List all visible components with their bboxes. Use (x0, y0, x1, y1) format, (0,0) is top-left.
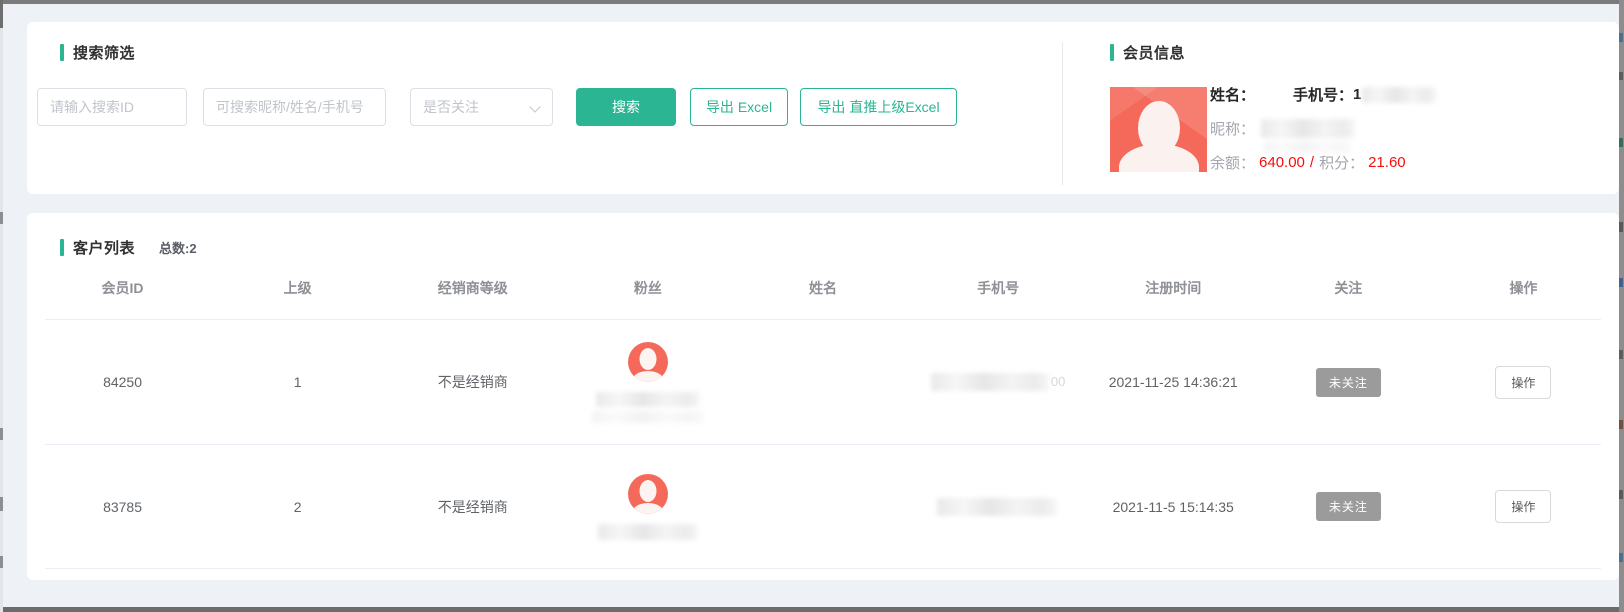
vertical-divider (1062, 42, 1063, 185)
member-name-label: 姓名： (1210, 84, 1255, 105)
follow-status-badge: 未关注 (1316, 368, 1381, 397)
table-row: 84250 1 不是经销商 00 2021-11-25 14:36:21 未关注… (35, 320, 1611, 444)
cell-dealer-level: 不是经销商 (385, 497, 560, 517)
window-frame-right (1619, 0, 1624, 612)
member-avatar (1110, 87, 1207, 172)
fan-nickname-redacted-2 (592, 411, 704, 423)
follow-status-select[interactable]: 是否关注 (410, 88, 553, 126)
column-header-register-time: 注册时间 (1086, 278, 1261, 298)
column-header-upline: 上级 (210, 278, 385, 298)
cell-fan (560, 474, 735, 540)
column-header-dealer-level: 经销商等级 (385, 278, 560, 298)
member-balance-value: 640.00 (1259, 154, 1305, 171)
cell-action: 操作 (1436, 366, 1611, 399)
search-and-member-card: 搜索筛选 是否关注 搜索 导出 Excel 导出 直推上级Excel 会员信息 … (27, 22, 1619, 194)
phone-redacted (937, 498, 1057, 516)
column-header-member-id: 会员ID (35, 278, 210, 298)
fan-avatar (628, 342, 668, 382)
member-balance-line: 余额： 640.00 / 积分： 21.60 (1210, 152, 1406, 173)
green-title-bar (1110, 44, 1114, 61)
customer-list-card: 客户列表 总数:2 会员ID 上级 经销商等级 粉丝 姓名 手机号 注册时间 关… (27, 213, 1619, 580)
export-excel-button[interactable]: 导出 Excel (690, 88, 788, 126)
avatar-head-shape (639, 348, 656, 370)
customer-list-section-title: 客户列表 总数:2 (60, 237, 197, 258)
cell-dealer-level: 不是经销商 (385, 372, 560, 392)
column-header-name: 姓名 (735, 278, 910, 298)
cell-phone (911, 497, 1086, 515)
cell-follow: 未关注 (1261, 492, 1436, 521)
table-divider (45, 568, 1601, 569)
member-nickname-label: 昵称： (1210, 118, 1255, 139)
member-info-title-label: 会员信息 (1123, 42, 1185, 63)
row-action-button[interactable]: 操作 (1495, 366, 1551, 399)
member-phone-redacted (1362, 87, 1436, 103)
balance-points-separator: / (1310, 154, 1314, 171)
fan-avatar (628, 474, 668, 514)
fan-nickname-redacted (596, 392, 700, 407)
fan-nickname-redacted (598, 524, 698, 540)
green-title-bar (60, 44, 64, 61)
window-frame-top (0, 0, 1624, 4)
member-balance-label: 余额： (1210, 152, 1255, 173)
cell-action: 操作 (1436, 490, 1611, 523)
avatar-body-shape (632, 371, 664, 382)
window-frame-left (0, 0, 3, 612)
export-upline-excel-button[interactable]: 导出 直推上级Excel (800, 88, 957, 126)
cell-member-id: 84250 (35, 374, 210, 390)
cell-member-id: 83785 (35, 499, 210, 515)
follow-status-select-placeholder: 是否关注 (423, 97, 479, 117)
table-header-row: 会员ID 上级 经销商等级 粉丝 姓名 手机号 注册时间 关注 操作 (35, 270, 1611, 306)
cell-upline: 2 (210, 499, 385, 515)
cell-upline: 1 (210, 374, 385, 390)
phone-visible-suffix: 00 (1051, 374, 1065, 389)
column-header-fans: 粉丝 (560, 278, 735, 298)
search-filter-section-title: 搜索筛选 (60, 42, 135, 63)
column-header-action: 操作 (1436, 278, 1611, 298)
keyword-search-input[interactable] (203, 88, 386, 126)
cell-register-time: 2021-11-5 15:14:35 (1086, 499, 1261, 515)
member-points-label: 积分： (1319, 152, 1364, 173)
customer-total-count: 总数:2 (159, 238, 197, 257)
search-id-input[interactable] (37, 88, 187, 126)
member-phone-label: 手机号： (1293, 84, 1353, 105)
window-frame-bottom (0, 607, 1624, 612)
green-title-bar (60, 239, 64, 256)
cell-phone: 00 (911, 373, 1086, 391)
search-filter-title-label: 搜索筛选 (73, 42, 135, 63)
member-points-value: 21.60 (1368, 154, 1406, 171)
avatar-head-shape (639, 480, 656, 502)
member-nickname-redacted (1261, 119, 1355, 138)
cell-fan (560, 342, 735, 423)
column-header-phone: 手机号 (911, 278, 1086, 298)
member-nickname-line: 昵称： (1210, 118, 1355, 139)
cell-follow: 未关注 (1261, 368, 1436, 397)
avatar-body-shape (632, 503, 664, 514)
cell-register-time: 2021-11-25 14:36:21 (1086, 374, 1261, 390)
follow-status-badge: 未关注 (1316, 492, 1381, 521)
phone-redacted (931, 373, 1049, 391)
member-phone-prefix: 1 (1353, 86, 1361, 103)
column-header-follow: 关注 (1261, 278, 1436, 298)
table-row: 83785 2 不是经销商 2021-11-5 15:14:35 未关注 操作 (35, 445, 1611, 568)
row-action-button[interactable]: 操作 (1495, 490, 1551, 523)
member-info-section-title: 会员信息 (1110, 42, 1185, 63)
customer-list-title-label: 客户列表 (73, 237, 135, 258)
admin-page: 搜索筛选 是否关注 搜索 导出 Excel 导出 直推上级Excel 会员信息 … (0, 0, 1624, 612)
member-name-phone-line: 姓名： 手机号： 1 (1210, 84, 1436, 105)
search-button[interactable]: 搜索 (576, 88, 676, 126)
chevron-down-icon (531, 103, 540, 112)
